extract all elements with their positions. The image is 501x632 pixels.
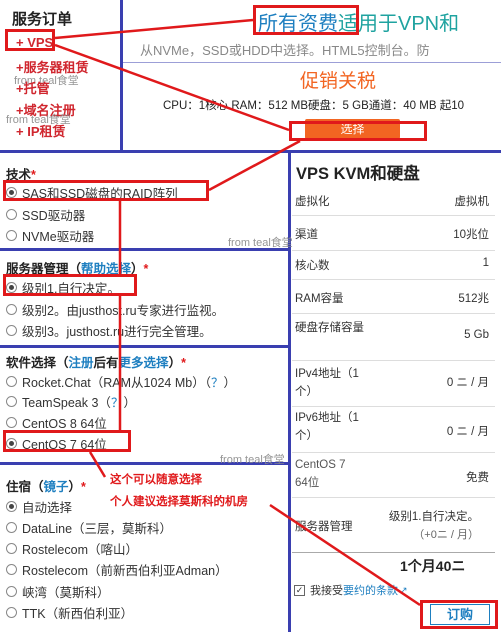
connector-location-order (269, 503, 421, 607)
connector-centos7-location (88, 451, 107, 478)
connector-title-sidebar (54, 18, 254, 40)
connector-sidebar-select (54, 43, 290, 132)
annotation-arrows (54, 18, 421, 607)
connector-select-raid (208, 139, 301, 192)
